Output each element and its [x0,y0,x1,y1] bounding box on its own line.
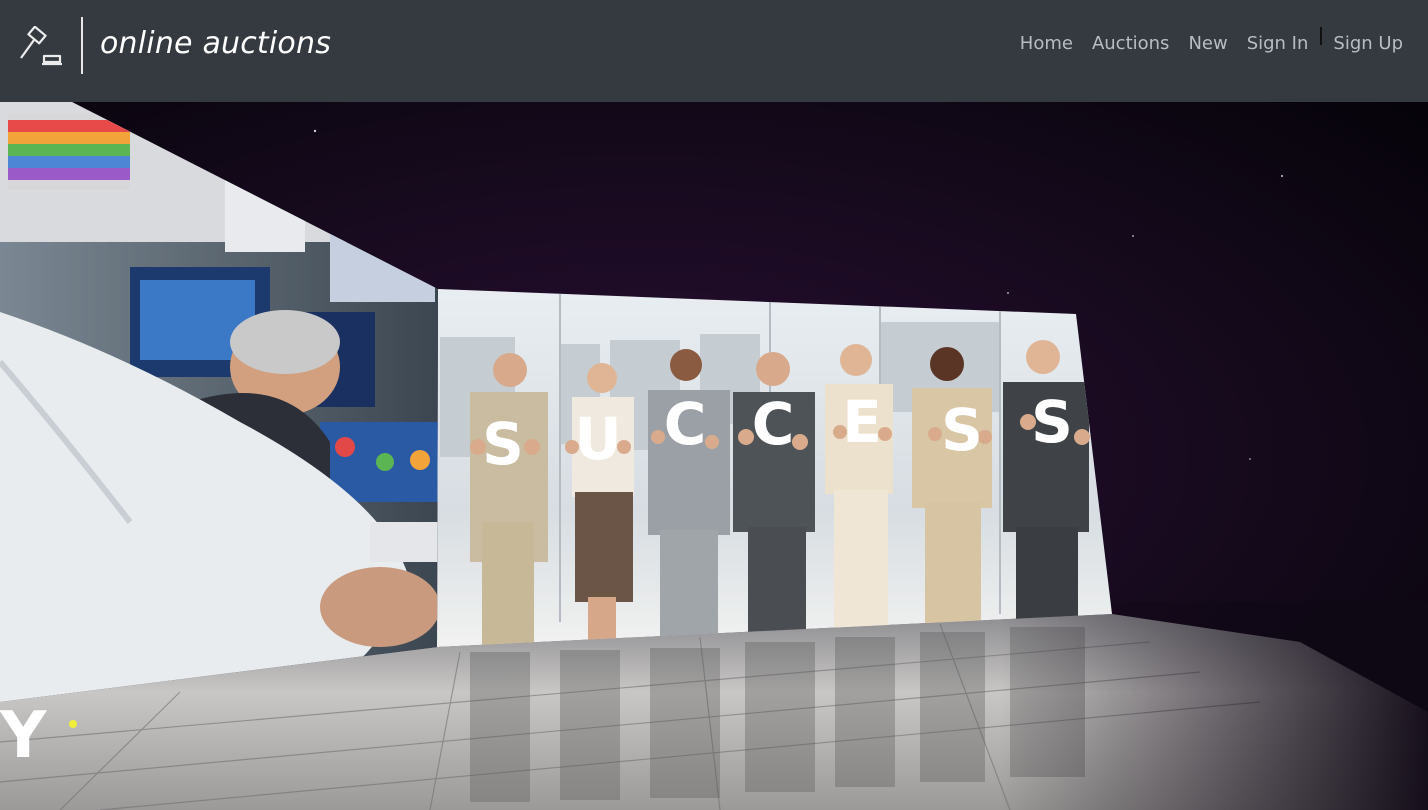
nav-new-link[interactable]: New [1188,33,1227,54]
team-success-panel [437,289,1112,647]
main-nav: Home Auctions New Sign In Sign Up [1001,26,1403,54]
letter-s: S [1031,388,1073,456]
top-navbar: online auctions Home Auctions New Sign I… [0,0,1428,102]
corner-letter: Y [0,699,47,773]
hero-scene: S U C C E S S Y [0,102,1428,810]
brand-name[interactable]: online auctions [100,26,331,61]
gavel-icon[interactable] [16,25,66,70]
nav-sign-up-link[interactable]: Sign Up [1333,33,1403,54]
letter-s: S [941,396,983,464]
hero-video-banner: S U C C E S S Y [0,102,1428,810]
yellow-dot [69,720,77,728]
letter-c: C [752,390,795,458]
logo-divider [81,17,83,74]
letter-s: S [482,410,524,478]
nav-separator [1320,26,1323,45]
nav-auctions-link[interactable]: Auctions [1092,33,1169,54]
nav-home-link[interactable]: Home [1020,33,1073,54]
letter-c: C [664,390,707,458]
letter-u: U [574,405,621,473]
nav-sign-in-link[interactable]: Sign In [1247,33,1309,54]
person [825,344,893,630]
letter-e: E [842,388,882,456]
